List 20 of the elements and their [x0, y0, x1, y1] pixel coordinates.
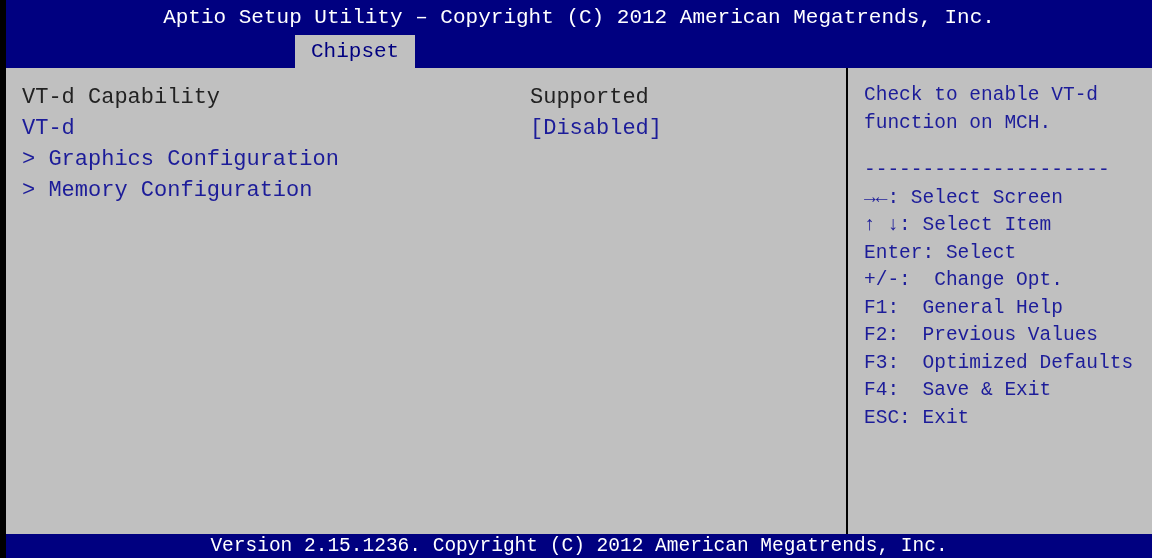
version-footer: Version 2.15.1236. Copyright (C) 2012 American Megatrends, Inc.	[6, 534, 1152, 558]
key-hint: +/-: Change Opt.	[864, 269, 1063, 291]
key-hint: ESC: Exit	[864, 406, 970, 429]
key-hint: F1: General Help	[864, 296, 1063, 319]
option-value[interactable]: [Disabled]	[530, 113, 663, 144]
key-hint: →←: Select Screen	[864, 186, 1063, 209]
setting-label: VT-d Capability	[22, 84, 222, 112]
submenu-item[interactable]: > Graphics Configuration	[22, 144, 530, 175]
key-hint: Enter: Select	[864, 241, 1017, 264]
key-hint: F3: Optimized Defaults	[864, 351, 1134, 374]
help-text: Check to enable VT-d function on MCH.	[864, 83, 1100, 136]
key-hint: F4: Save & Exit	[864, 379, 1052, 401]
setting-value: Supported	[530, 84, 649, 112]
window-title: Aptio Setup Utility – Copyright (C) 2012 American Megatrends, Inc.	[163, 5, 995, 31]
submenu-item[interactable]: > Memory Configuration	[22, 175, 530, 206]
key-hint: ↑ ↓: Select Item	[864, 214, 1052, 236]
separator-line: ---------------------	[864, 158, 1111, 183]
key-hint: F2: Previous Values	[864, 324, 1099, 346]
menu-tab[interactable]: Chipset	[295, 35, 416, 68]
option-label[interactable]: VT-d	[22, 113, 530, 144]
